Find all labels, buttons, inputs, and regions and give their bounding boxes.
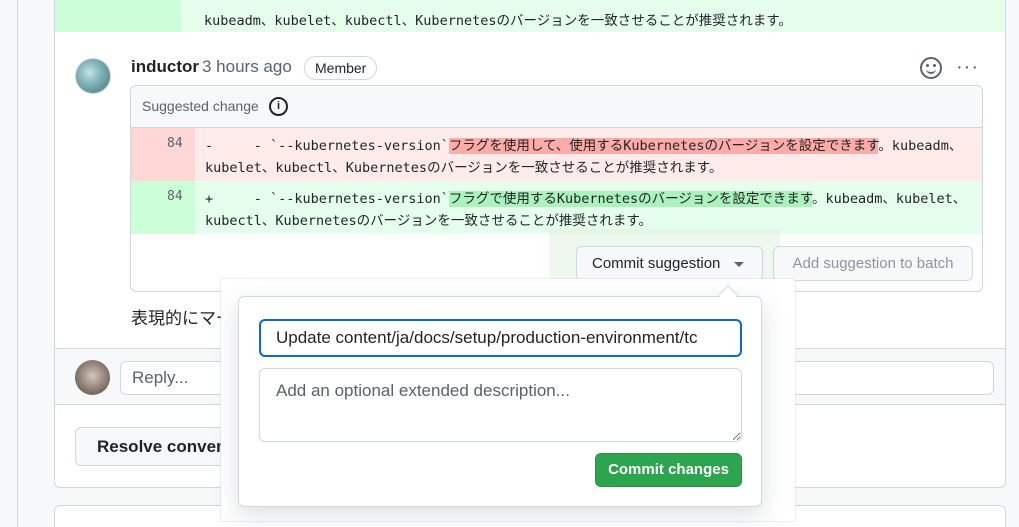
commit-suggestion-button[interactable]: Commit suggestion (576, 246, 763, 281)
commit-suggestion-label: Commit suggestion (592, 255, 721, 272)
comment-body: 表現的にマー (131, 309, 233, 328)
left-rail (0, 0, 18, 527)
kebab-menu-icon[interactable]: ··· (956, 56, 979, 79)
current-user-avatar (75, 360, 110, 395)
suggested-change-header: Suggested change i (131, 86, 982, 128)
previous-diff-line: kubeadm、kubelet、kubectl、Kubernetesのバージョン… (55, 0, 1005, 32)
code-prefix: - `--kubernetes-version` (213, 138, 449, 154)
line-number: 84 (167, 136, 183, 151)
comment-author[interactable]: inductor (131, 57, 199, 77)
avatar[interactable] (75, 58, 111, 94)
deleted-code: - - `--kubernetes-version`フラグを使用して、使用するK… (205, 135, 975, 179)
commit-title-input[interactable] (259, 319, 742, 357)
diff-sign: + (205, 191, 214, 207)
smiley-icon[interactable] (920, 57, 942, 79)
diff-gutter (131, 181, 195, 234)
diff-gutter (131, 128, 195, 181)
member-badge: Member (304, 56, 378, 80)
diff-gutter (55, 0, 181, 32)
added-line: 84 + - `--kubernetes-version`フラグで使用するKub… (131, 181, 982, 234)
line-number: 84 (167, 189, 183, 204)
added-code: + - `--kubernetes-version`フラグで使用するKubern… (205, 188, 975, 232)
added-highlight: フラグで使用するKubernetesのバージョンを設定できます (448, 191, 812, 207)
suggested-change-label: Suggested change (142, 98, 259, 114)
info-icon[interactable]: i (269, 97, 288, 116)
comment-timestamp[interactable]: 3 hours ago (202, 57, 292, 77)
diff-sign: - (205, 138, 214, 154)
caret-down-icon (734, 262, 744, 267)
deleted-line: 84 - - `--kubernetes-version`フラグを使用して、使用… (131, 128, 982, 181)
deleted-highlight: フラグを使用して、使用するKubernetesのバージョンを設定できます (448, 138, 879, 154)
add-suggestion-to-batch-button[interactable]: Add suggestion to batch (773, 246, 973, 281)
diff-line-text: kubeadm、kubelet、kubectl、Kubernetesのバージョン… (204, 13, 792, 29)
commit-description-input[interactable] (259, 368, 742, 442)
code-prefix: - `--kubernetes-version` (213, 191, 449, 207)
commit-changes-button[interactable]: Commit changes (595, 453, 742, 487)
